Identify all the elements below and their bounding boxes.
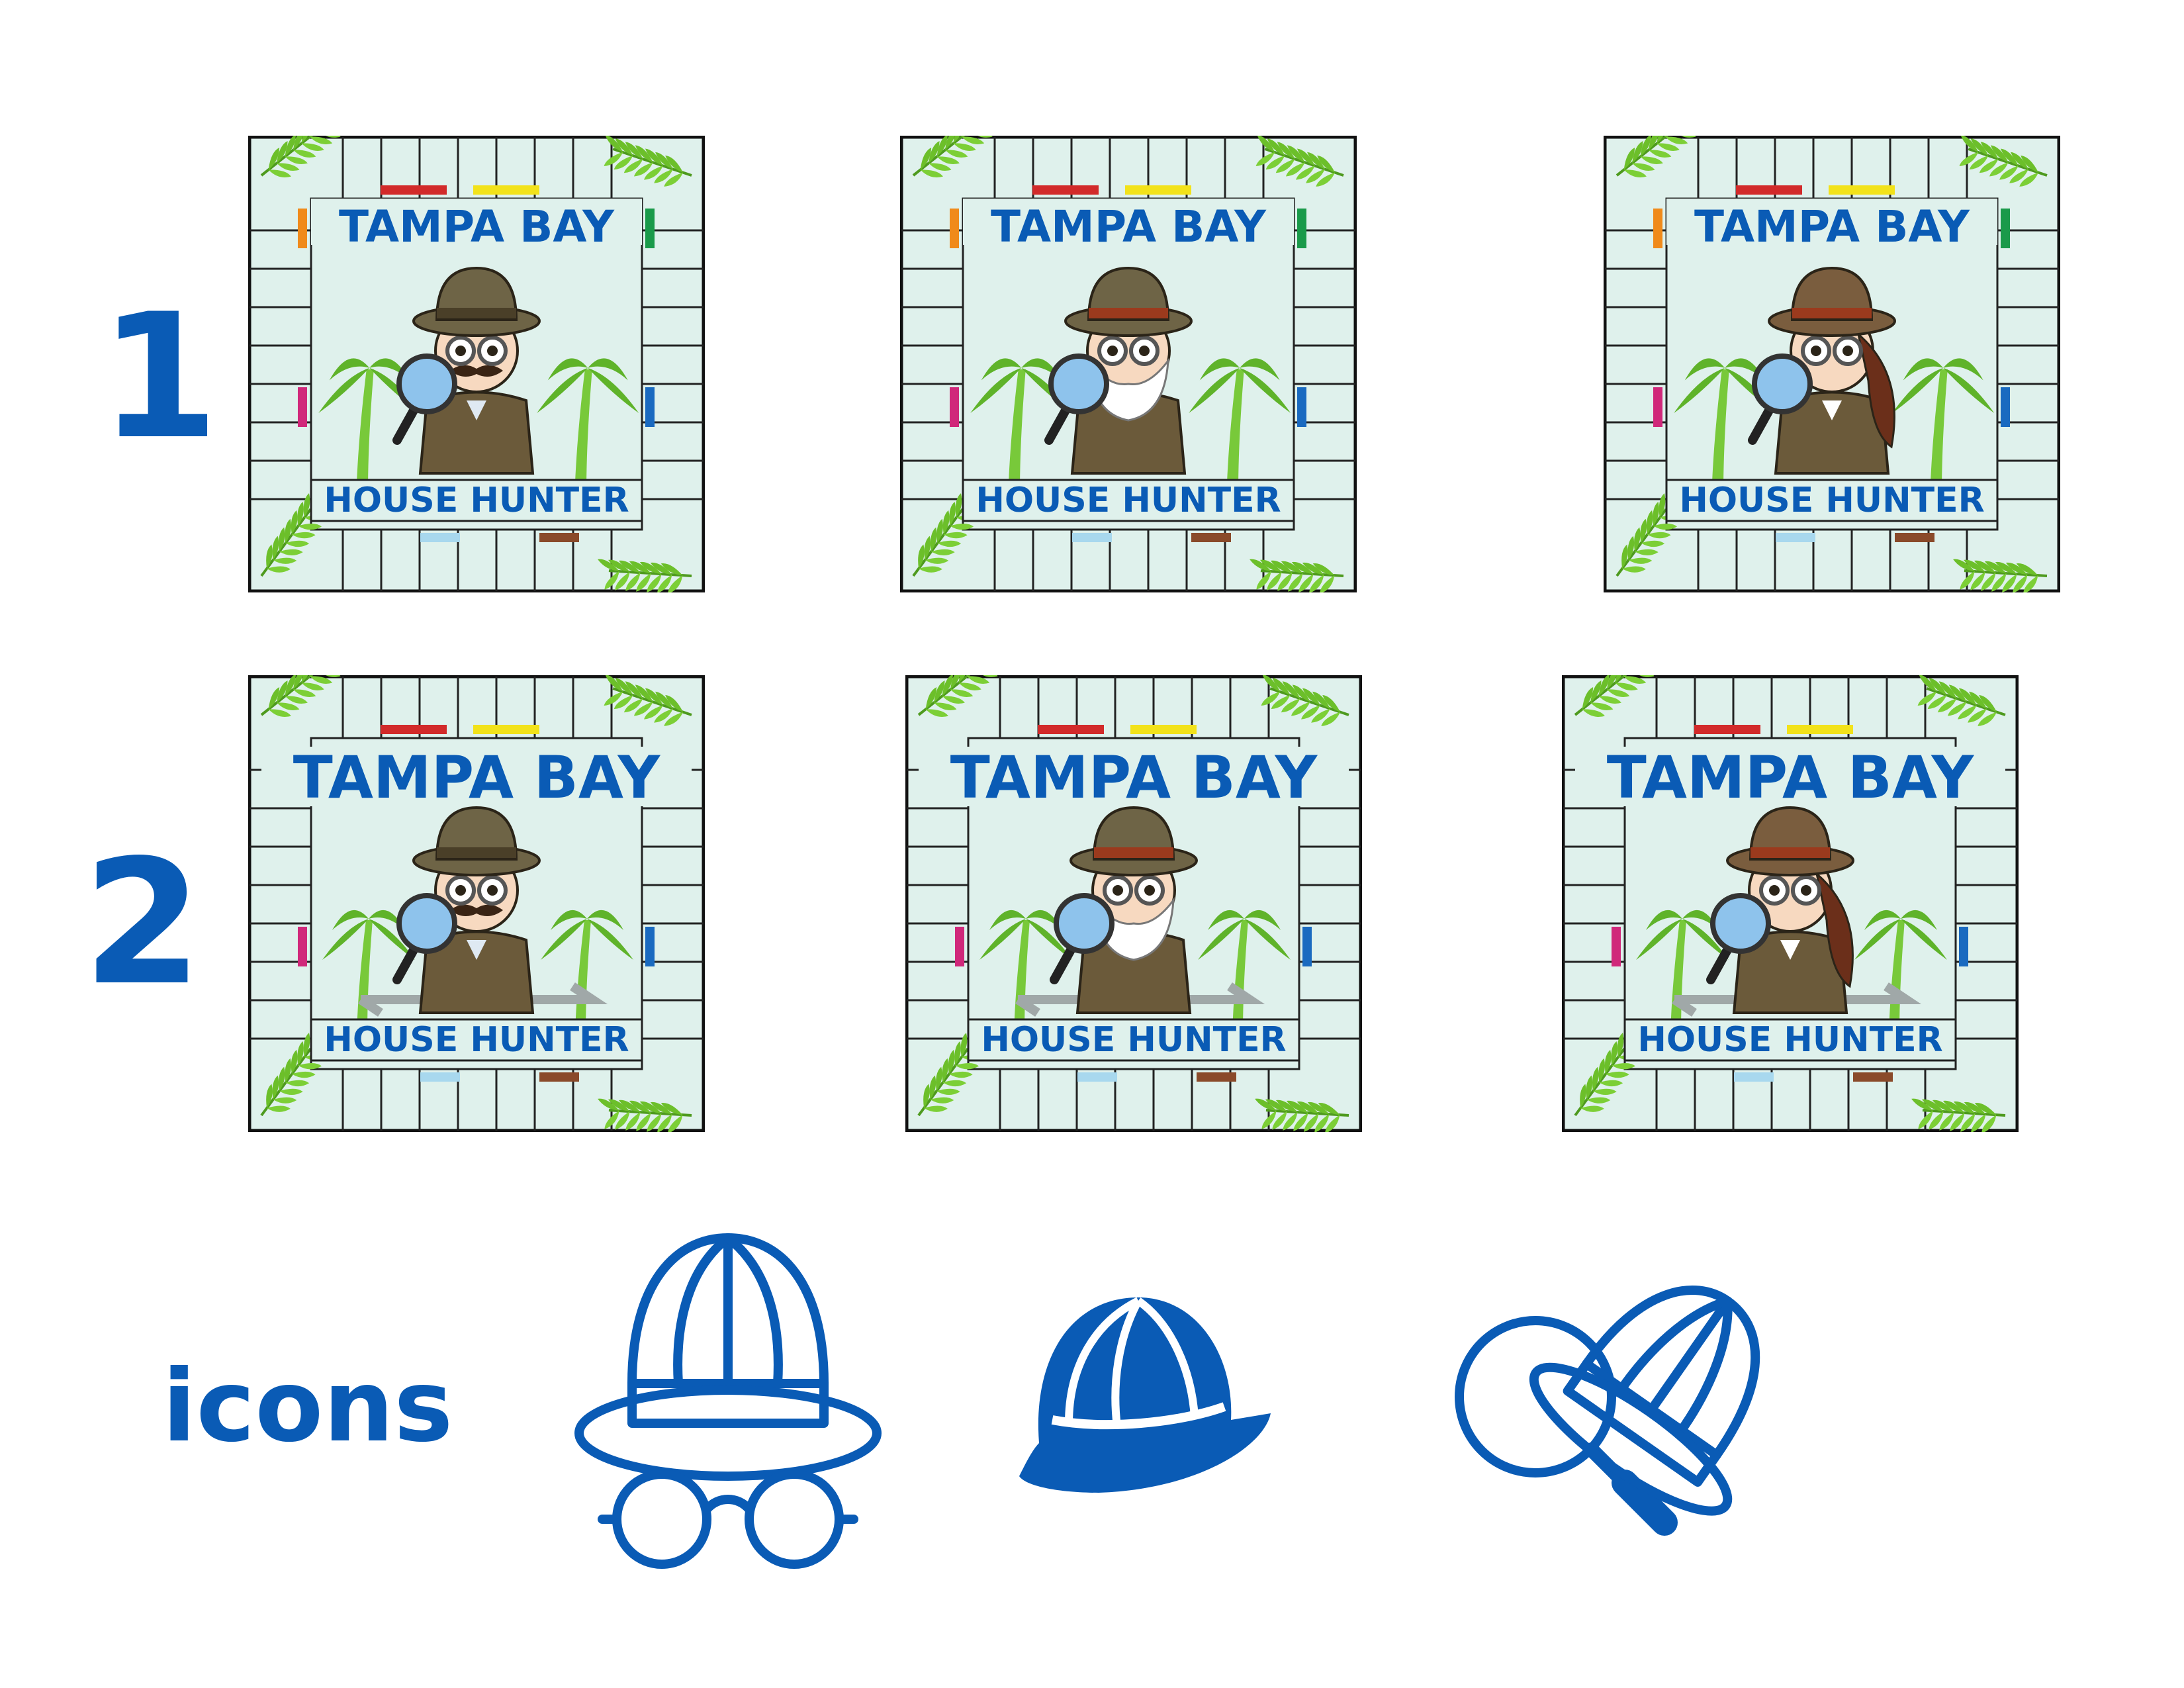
tile-title: TAMPA BAY [1694,201,1970,252]
logo-tile-1a: TAMPA BAY HOUSE HUNTER [248,136,705,592]
tile-title: TAMPA BAY [293,743,661,812]
logo-tile-2b: TAMPA BAY HOUSE HUNTER [905,675,1362,1132]
tile-subtitle: HOUSE HUNTER [324,481,629,520]
magnifier-safari-hat-outline-icon [1436,1251,1780,1556]
safari-hat-glasses-outline-icon [569,1218,887,1575]
logo-tile-1b: TAMPA BAY HOUSE HUNTER [900,136,1357,592]
tile-subtitle: HOUSE HUNTER [976,481,1281,520]
tile-subtitle: HOUSE HUNTER [1637,1020,1942,1060]
logo-tile-1c: TAMPA BAY HOUSE HUNTER [1604,136,2060,592]
safari-hat-solid-icon [1013,1278,1277,1503]
tile-subtitle: HOUSE HUNTER [981,1020,1286,1060]
row-label-2: 2 [83,823,203,1023]
logo-tile-2a: TAMPA BAY HOUSE HUNTER [248,675,705,1132]
row-label-icons: icons [162,1349,453,1464]
logo-tile-2c: TAMPA BAY HOUSE HUNTER [1562,675,2019,1132]
tile-subtitle: HOUSE HUNTER [1679,481,1984,520]
tile-title: TAMPA BAY [950,743,1318,812]
row-label-1: 1 [99,277,219,477]
tile-title: TAMPA BAY [1607,743,1975,812]
tile-title: TAMPA BAY [339,201,615,252]
tile-subtitle: HOUSE HUNTER [324,1020,629,1060]
tile-title: TAMPA BAY [991,201,1267,252]
